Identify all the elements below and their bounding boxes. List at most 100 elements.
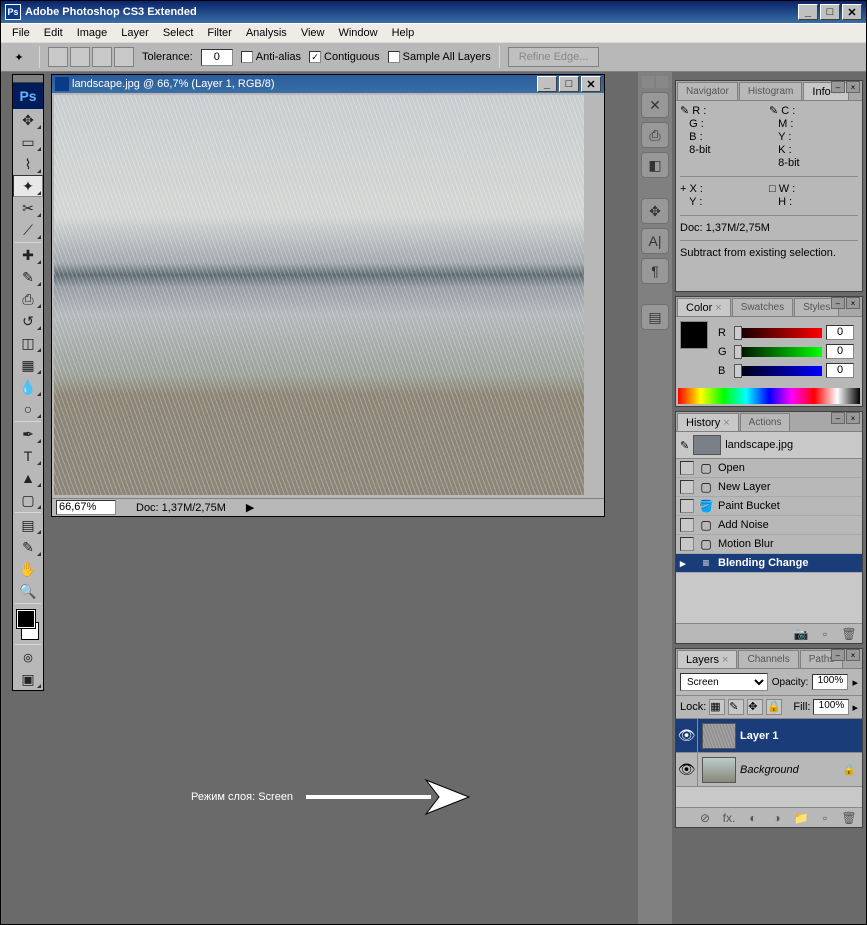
- panel-collapse-icon[interactable]: –: [831, 297, 845, 309]
- contiguous-checkbox[interactable]: ✓Contiguous: [309, 51, 380, 63]
- tab-actions[interactable]: Actions: [740, 413, 791, 431]
- panel-close-icon[interactable]: ×: [846, 649, 860, 661]
- panel-collapse-icon[interactable]: –: [831, 649, 845, 661]
- menu-layer[interactable]: Layer: [114, 25, 156, 41]
- delete-layer-icon[interactable]: 🗑: [840, 810, 858, 826]
- tab-histogram[interactable]: Histogram: [739, 82, 803, 100]
- menu-help[interactable]: Help: [385, 25, 422, 41]
- selection-subtract[interactable]: [92, 47, 112, 67]
- layer-fx-icon[interactable]: fx.: [720, 810, 738, 826]
- selection-add[interactable]: [70, 47, 90, 67]
- opacity-label: Opacity:: [772, 677, 809, 688]
- history-item-motionblur[interactable]: ▢Motion Blur: [676, 535, 862, 554]
- dock-character-icon[interactable]: A|: [641, 228, 669, 254]
- b-slider[interactable]: [734, 366, 822, 376]
- layer-group-icon[interactable]: 📁: [792, 810, 810, 826]
- layer-name[interactable]: Background: [740, 764, 842, 776]
- tab-color[interactable]: Color×: [677, 298, 731, 316]
- layer-mask-icon[interactable]: ◐: [744, 810, 762, 826]
- panel-close-icon[interactable]: ×: [846, 81, 860, 93]
- panel-close-icon[interactable]: ×: [846, 412, 860, 424]
- lock-all-icon[interactable]: 🔒: [766, 699, 782, 715]
- link-layers-icon[interactable]: ⊘: [696, 810, 714, 826]
- blend-mode-select[interactable]: Screen: [680, 673, 768, 691]
- minimize-button[interactable]: _: [798, 4, 818, 20]
- selection-intersect[interactable]: [114, 47, 134, 67]
- selection-new[interactable]: [48, 47, 68, 67]
- layer-name[interactable]: Layer 1: [740, 730, 862, 742]
- antialias-checkbox[interactable]: Anti-alias: [241, 51, 301, 63]
- info-panel: –× Navigator Histogram Info× ✎ R : G : B…: [675, 80, 863, 292]
- refine-edge-button[interactable]: Refine Edge...: [508, 47, 600, 67]
- zoom-field[interactable]: 66,67%: [56, 500, 116, 515]
- menu-analysis[interactable]: Analysis: [239, 25, 294, 41]
- opacity-dropdown-icon[interactable]: ▸: [852, 676, 858, 689]
- layer-row-layer1[interactable]: 👁 Layer 1: [676, 719, 862, 753]
- document-titlebar[interactable]: landscape.jpg @ 66,7% (Layer 1, RGB/8) _…: [52, 75, 604, 93]
- maximize-button[interactable]: □: [820, 4, 840, 20]
- fill-dropdown-icon[interactable]: ▸: [852, 701, 858, 714]
- menu-view[interactable]: View: [294, 25, 332, 41]
- g-slider[interactable]: [734, 347, 822, 357]
- doc-close-button[interactable]: ✕: [581, 76, 601, 92]
- lock-move-icon[interactable]: ✥: [747, 699, 763, 715]
- panel-close-icon[interactable]: ×: [846, 297, 860, 309]
- selection-mode-buttons: [48, 47, 134, 67]
- new-snapshot-icon[interactable]: 📷: [792, 626, 810, 642]
- menu-filter[interactable]: Filter: [200, 25, 238, 41]
- info-hint: Subtract from existing selection.: [680, 247, 858, 287]
- lock-paint-icon[interactable]: ✎: [728, 699, 744, 715]
- dock-paragraph-icon[interactable]: ¶: [641, 258, 669, 284]
- dock-brushes-icon[interactable]: ✕: [641, 92, 669, 118]
- dock-clone-icon[interactable]: ⎙: [641, 122, 669, 148]
- trash-icon[interactable]: 🗑: [840, 626, 858, 642]
- wand-tool-icon[interactable]: ✦: [7, 46, 31, 68]
- menu-select[interactable]: Select: [156, 25, 201, 41]
- layer-row-background[interactable]: 👁 Background 🔒: [676, 753, 862, 787]
- menu-image[interactable]: Image: [70, 25, 115, 41]
- menu-window[interactable]: Window: [331, 25, 384, 41]
- dock-tool-presets-icon[interactable]: ◧: [641, 152, 669, 178]
- fill-value[interactable]: 100%: [813, 699, 849, 715]
- menu-file[interactable]: File: [5, 25, 37, 41]
- r-value[interactable]: 0: [826, 325, 854, 340]
- tab-layers[interactable]: Layers×: [677, 650, 737, 668]
- new-layer-icon[interactable]: ▫: [816, 810, 834, 826]
- dock-crosshair-icon[interactable]: ✥: [641, 198, 669, 224]
- history-item-addnoise[interactable]: ▢Add Noise: [676, 516, 862, 535]
- document-canvas[interactable]: [52, 93, 604, 498]
- r-slider[interactable]: [734, 328, 822, 338]
- new-state-icon[interactable]: ▫: [816, 626, 834, 642]
- g-value[interactable]: 0: [826, 344, 854, 359]
- doc-maximize-button[interactable]: □: [559, 76, 579, 92]
- tab-swatches[interactable]: Swatches: [732, 298, 793, 316]
- dock-expand2-icon[interactable]: [656, 76, 668, 88]
- tab-navigator[interactable]: Navigator: [677, 82, 738, 100]
- tab-history[interactable]: History×: [677, 413, 739, 431]
- dock-expand-icon[interactable]: [642, 76, 654, 88]
- opacity-value[interactable]: 100%: [812, 674, 848, 690]
- spectrum-picker[interactable]: [678, 388, 860, 404]
- doc-status-arrow[interactable]: ▶: [246, 501, 254, 514]
- visibility-toggle[interactable]: 👁: [676, 719, 698, 752]
- sample-all-checkbox[interactable]: Sample All Layers: [388, 51, 491, 63]
- dock-layercomps-icon[interactable]: ▤: [641, 304, 669, 330]
- history-item-blending[interactable]: ▸≡Blending Change: [676, 554, 862, 573]
- document-statusbar: 66,67% Doc: 1,37M/2,75M ▶: [52, 498, 604, 516]
- color-preview[interactable]: [680, 321, 708, 349]
- panel-collapse-icon[interactable]: –: [831, 412, 845, 424]
- b-value[interactable]: 0: [826, 363, 854, 378]
- history-item-paintbucket[interactable]: 🪣Paint Bucket: [676, 497, 862, 516]
- history-item-open[interactable]: ▢Open: [676, 459, 862, 478]
- menu-edit[interactable]: Edit: [37, 25, 70, 41]
- visibility-toggle[interactable]: 👁: [676, 753, 698, 786]
- tolerance-input[interactable]: [201, 49, 233, 66]
- adjustment-layer-icon[interactable]: ◑: [768, 810, 786, 826]
- history-item-newlayer[interactable]: ▢New Layer: [676, 478, 862, 497]
- history-snapshot[interactable]: ✎ landscape.jpg: [676, 432, 862, 459]
- tab-channels[interactable]: Channels: [738, 650, 798, 668]
- lock-transparency-icon[interactable]: ▦: [709, 699, 725, 715]
- close-button[interactable]: ✕: [842, 4, 862, 20]
- doc-minimize-button[interactable]: _: [537, 76, 557, 92]
- panel-collapse-icon[interactable]: –: [831, 81, 845, 93]
